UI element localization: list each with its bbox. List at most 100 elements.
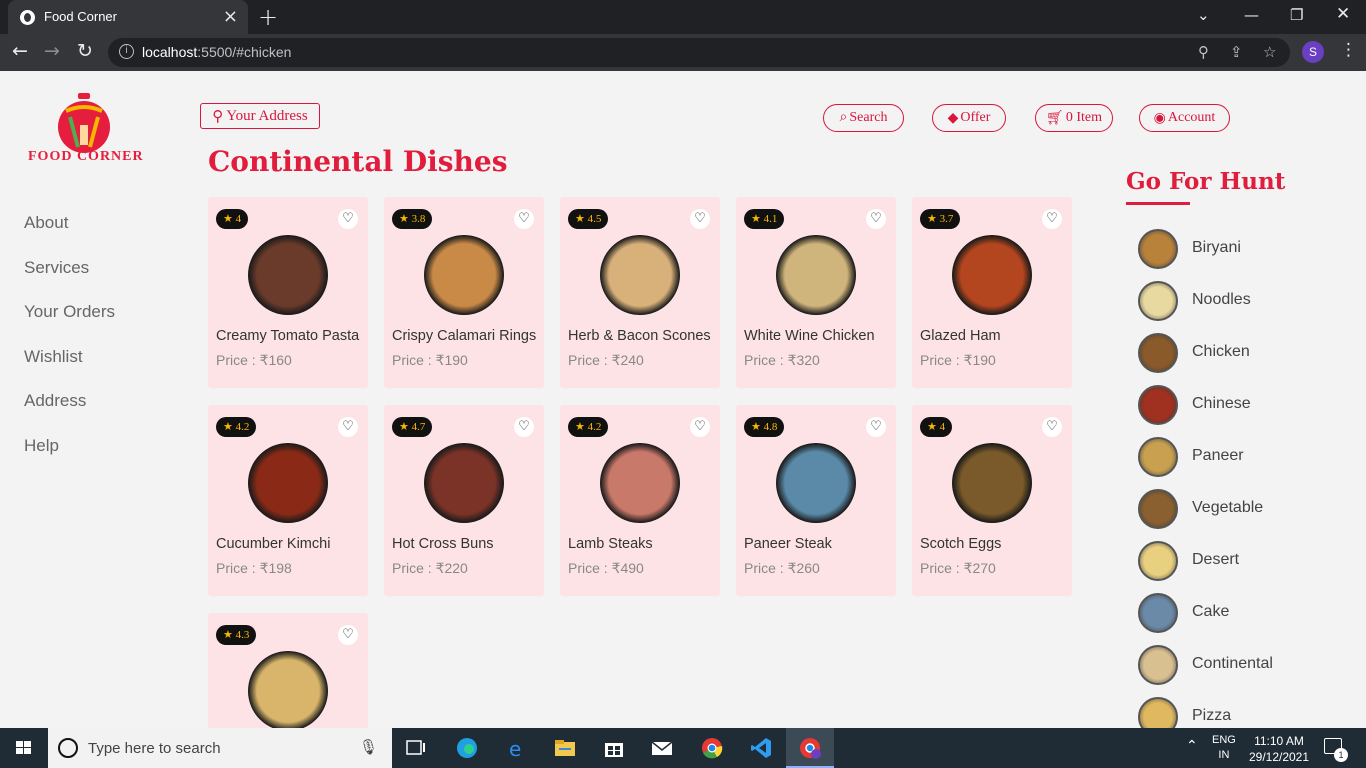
dish-image <box>952 235 1032 315</box>
chrome-icon[interactable] <box>700 736 724 760</box>
taskbar-search-placeholder: Type here to search <box>88 740 221 757</box>
rating-badge: ★ 3.8 <box>392 209 433 229</box>
search-icon: ⌕ <box>839 110 848 125</box>
bookmark-star-icon[interactable]: ☆ <box>1263 43 1276 61</box>
side-nav-services[interactable]: Services <box>24 258 115 303</box>
dish-card[interactable]: ★ 4 ♡ Scotch Eggs Price : ₹270 <box>912 405 1072 596</box>
lang-top: ENG <box>1212 734 1236 746</box>
star-icon: ★ <box>575 421 588 433</box>
wishlist-heart-icon[interactable]: ♡ <box>866 209 886 229</box>
dish-card[interactable]: ★ 3.8 ♡ Crispy Calamari Rings Price : ₹190 <box>384 197 544 388</box>
dish-card[interactable]: ★ 4.5 ♡ Herb & Bacon Scones Price : ₹240 <box>560 197 720 388</box>
side-nav-help[interactable]: Help <box>24 436 115 481</box>
vscode-icon[interactable] <box>749 736 773 760</box>
windows-taskbar: Type here to search 🎙︎ e ⌃ ENG IN 11:10 … <box>0 728 1366 768</box>
category-label: Biryani <box>1192 239 1241 256</box>
minimize-icon[interactable]: — <box>1244 6 1259 24</box>
wishlist-heart-icon[interactable]: ♡ <box>338 625 358 645</box>
search-label: Search <box>849 110 888 125</box>
new-tab-icon[interactable]: + <box>258 3 278 31</box>
dish-card[interactable]: ★ 4.3 ♡ <box>208 613 368 728</box>
dish-price: Price : ₹320 <box>744 352 820 369</box>
dish-card[interactable]: ★ 4.7 ♡ Hot Cross Buns Price : ₹220 <box>384 405 544 596</box>
edge-icon[interactable] <box>455 736 479 760</box>
windows-start-icon[interactable] <box>0 728 48 768</box>
reload-icon[interactable]: ↻ <box>77 40 93 62</box>
rating-badge: ★ 4.2 <box>568 417 609 437</box>
dish-card[interactable]: ★ 3.7 ♡ Glazed Ham Price : ₹190 <box>912 197 1072 388</box>
rating-badge: ★ 4.3 <box>216 625 257 645</box>
site-info-icon[interactable]: i <box>119 44 134 59</box>
tab-search-icon[interactable]: ⌄ <box>1197 6 1210 24</box>
close-window-icon[interactable]: ✕ <box>1336 4 1350 24</box>
rating-badge: ★ 4 <box>920 417 953 437</box>
task-view-icon[interactable] <box>404 736 428 760</box>
category-thumbnail <box>1138 645 1178 685</box>
mail-icon[interactable] <box>650 736 674 760</box>
category-thumbnail <box>1138 229 1178 269</box>
price-prefix: Price : ₹ <box>920 560 973 576</box>
dish-card[interactable]: ★ 4.2 ♡ Cucumber Kimchi Price : ₹198 <box>208 405 368 596</box>
rating-badge: ★ 4 <box>216 209 249 229</box>
dish-price: Price : ₹240 <box>568 352 644 369</box>
wishlist-heart-icon[interactable]: ♡ <box>514 417 534 437</box>
cart-icon: 🛒︎ <box>1046 110 1064 126</box>
restore-icon[interactable]: ❐ <box>1290 6 1303 24</box>
profile-avatar[interactable]: S <box>1302 41 1324 63</box>
language-indicator[interactable]: ENG IN <box>1212 733 1236 763</box>
close-tab-icon[interactable]: × <box>223 6 238 27</box>
wishlist-heart-icon[interactable]: ♡ <box>514 209 534 229</box>
browser-menu-icon[interactable]: ⋮ <box>1340 40 1357 60</box>
dish-name: Paneer Steak <box>744 536 832 552</box>
rating-badge: ★ 3.7 <box>920 209 961 229</box>
side-nav-your-orders[interactable]: Your Orders <box>24 302 115 347</box>
rating-badge: ★ 4.5 <box>568 209 609 229</box>
chrome-profile-icon[interactable] <box>798 736 822 760</box>
share-icon[interactable]: ⇪ <box>1230 43 1243 61</box>
wishlist-heart-icon[interactable]: ♡ <box>690 209 710 229</box>
side-nav-address[interactable]: Address <box>24 391 115 436</box>
edge-legacy-icon[interactable]: e <box>505 736 529 760</box>
price-prefix: Price : ₹ <box>568 352 621 368</box>
price-value: 270 <box>972 560 996 576</box>
offer-button[interactable]: ◆ Offer <box>932 104 1006 132</box>
account-button[interactable]: ◉ Account <box>1139 104 1230 132</box>
back-icon[interactable]: ← <box>12 40 28 62</box>
star-icon: ★ <box>223 421 236 433</box>
wishlist-heart-icon[interactable]: ♡ <box>1042 209 1062 229</box>
dish-name: Cucumber Kimchi <box>216 536 331 552</box>
star-icon: ★ <box>223 629 236 641</box>
price-value: 320 <box>796 352 820 368</box>
price-prefix: Price : ₹ <box>392 352 445 368</box>
rating-badge: ★ 4.2 <box>216 417 257 437</box>
store-icon[interactable] <box>602 736 626 760</box>
show-hidden-icons-icon[interactable]: ⌃ <box>1186 738 1198 754</box>
dish-card[interactable]: ★ 4.8 ♡ Paneer Steak Price : ₹260 <box>736 405 896 596</box>
clock-date: 29/12/2021 <box>1248 750 1310 764</box>
category-label: Pizza <box>1192 707 1232 724</box>
browser-tab[interactable]: Food Corner × <box>8 0 248 34</box>
microphone-icon[interactable]: 🎙︎ <box>359 738 378 756</box>
wishlist-heart-icon[interactable]: ♡ <box>338 417 358 437</box>
wishlist-heart-icon[interactable]: ♡ <box>690 417 710 437</box>
wishlist-heart-icon[interactable]: ♡ <box>866 417 886 437</box>
cart-button[interactable]: 🛒︎ 0 Item <box>1035 104 1113 132</box>
forward-icon[interactable]: → <box>44 40 60 62</box>
dish-card[interactable]: ★ 4.2 ♡ Lamb Steaks Price : ₹490 <box>560 405 720 596</box>
dish-card[interactable]: ★ 4.1 ♡ White Wine Chicken Price : ₹320 <box>736 197 896 388</box>
wishlist-heart-icon[interactable]: ♡ <box>338 209 358 229</box>
file-explorer-icon[interactable] <box>553 736 577 760</box>
your-address-button[interactable]: ⚲ Your Address <box>200 103 320 129</box>
dish-card[interactable]: ★ 4 ♡ Creamy Tomato Pasta Price : ₹160 <box>208 197 368 388</box>
system-clock[interactable]: 11:10 AM 29/12/2021 <box>1244 733 1314 765</box>
side-nav-about[interactable]: About <box>24 213 115 258</box>
wishlist-heart-icon[interactable]: ♡ <box>1042 417 1062 437</box>
search-button[interactable]: ⌕ Search <box>823 104 904 132</box>
address-bar[interactable]: i localhost:5500/#chicken ⚲ ⇪ ☆ <box>108 38 1290 67</box>
rating-value: 3.7 <box>939 213 954 225</box>
clock-time: 11:10 AM <box>1254 734 1304 748</box>
star-icon: ★ <box>399 421 412 433</box>
side-nav-wishlist[interactable]: Wishlist <box>24 347 115 392</box>
taskbar-search-box[interactable]: Type here to search 🎙︎ <box>48 728 392 768</box>
zoom-icon[interactable]: ⚲ <box>1198 43 1209 61</box>
